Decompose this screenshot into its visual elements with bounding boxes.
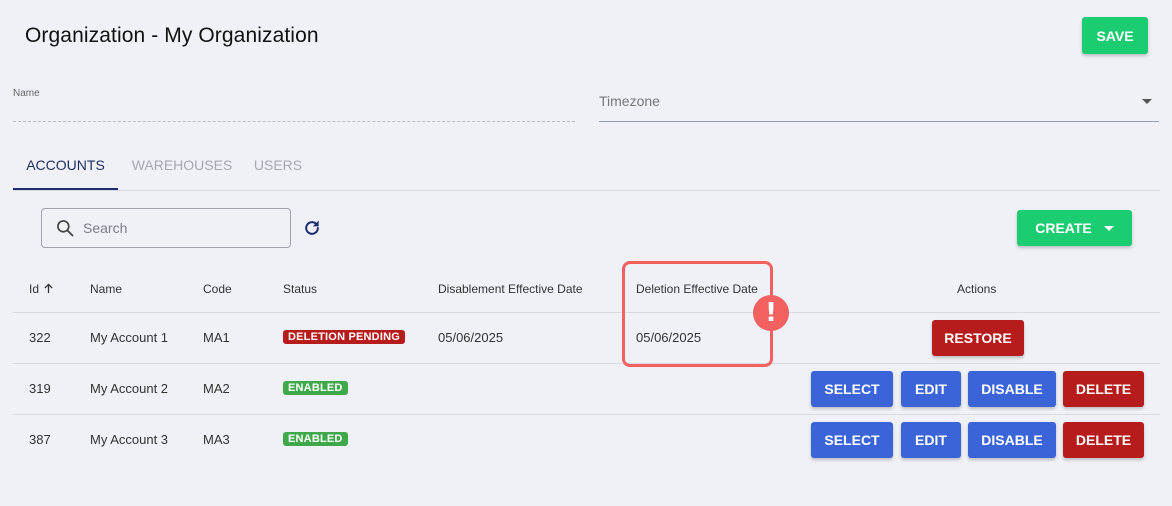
column-header-id[interactable]: Id <box>29 282 54 296</box>
cell-name: My Account 2 <box>90 381 169 396</box>
cell-name: My Account 3 <box>90 432 169 447</box>
status-badge: DELETION PENDING <box>283 330 405 344</box>
cell-id: 387 <box>29 432 51 447</box>
delete-button[interactable]: DELETE <box>1063 422 1144 458</box>
select-button[interactable]: SELECT <box>811 371 893 407</box>
page-title: Organization - My Organization <box>25 24 319 47</box>
select-button[interactable]: SELECT <box>811 422 893 458</box>
save-button[interactable]: SAVE <box>1082 17 1148 54</box>
tabs-divider <box>13 190 1160 191</box>
cell-code: MA3 <box>203 432 230 447</box>
arrow-up-icon <box>44 283 53 294</box>
tab-warehouses[interactable]: WAREHOUSES <box>126 140 238 190</box>
edit-button[interactable]: EDIT <box>901 371 961 407</box>
cell-code: MA1 <box>203 330 230 345</box>
header-divider <box>13 312 1160 313</box>
status-badge: ENABLED <box>283 432 348 446</box>
search-icon <box>57 220 74 237</box>
refresh-icon[interactable] <box>302 218 322 238</box>
column-header-code[interactable]: Code <box>203 282 232 296</box>
column-header-actions: Actions <box>957 282 997 296</box>
tab-users[interactable]: USERS <box>251 140 305 190</box>
disable-button[interactable]: DISABLE <box>968 422 1056 458</box>
column-header-status[interactable]: Status <box>283 282 317 296</box>
status-badge: ENABLED <box>283 381 348 395</box>
search-box[interactable] <box>41 208 291 248</box>
chevron-down-icon[interactable] <box>1142 99 1152 104</box>
column-header-disablement-date[interactable]: Disablement Effective Date <box>438 282 583 296</box>
name-field-label: Name <box>13 88 40 99</box>
cell-name: My Account 1 <box>90 330 169 345</box>
exclamation-icon: ! <box>753 295 789 331</box>
deletion-date-highlight <box>622 261 773 367</box>
row-divider <box>13 363 1160 364</box>
delete-button[interactable]: DELETE <box>1063 371 1144 407</box>
search-input[interactable] <box>83 209 283 247</box>
name-field[interactable] <box>13 121 575 122</box>
timezone-select[interactable]: Timezone <box>599 93 660 109</box>
edit-button[interactable]: EDIT <box>901 422 961 458</box>
column-header-id-label: Id <box>29 282 40 296</box>
tab-accounts[interactable]: ACCOUNTS <box>13 140 118 190</box>
cell-id: 322 <box>29 330 51 345</box>
cell-id: 319 <box>29 381 51 396</box>
cell-disablement-date: 05/06/2025 <box>438 330 504 345</box>
create-button-label: CREATE <box>1035 220 1092 236</box>
restore-button[interactable]: RESTORE <box>932 320 1024 356</box>
cell-code: MA2 <box>203 381 230 396</box>
timezone-underline <box>599 121 1159 122</box>
caret-down-icon <box>1103 225 1114 231</box>
create-button[interactable]: CREATE <box>1017 210 1132 246</box>
column-header-name[interactable]: Name <box>90 282 122 296</box>
row-divider <box>13 414 1160 415</box>
disable-button[interactable]: DISABLE <box>968 371 1056 407</box>
